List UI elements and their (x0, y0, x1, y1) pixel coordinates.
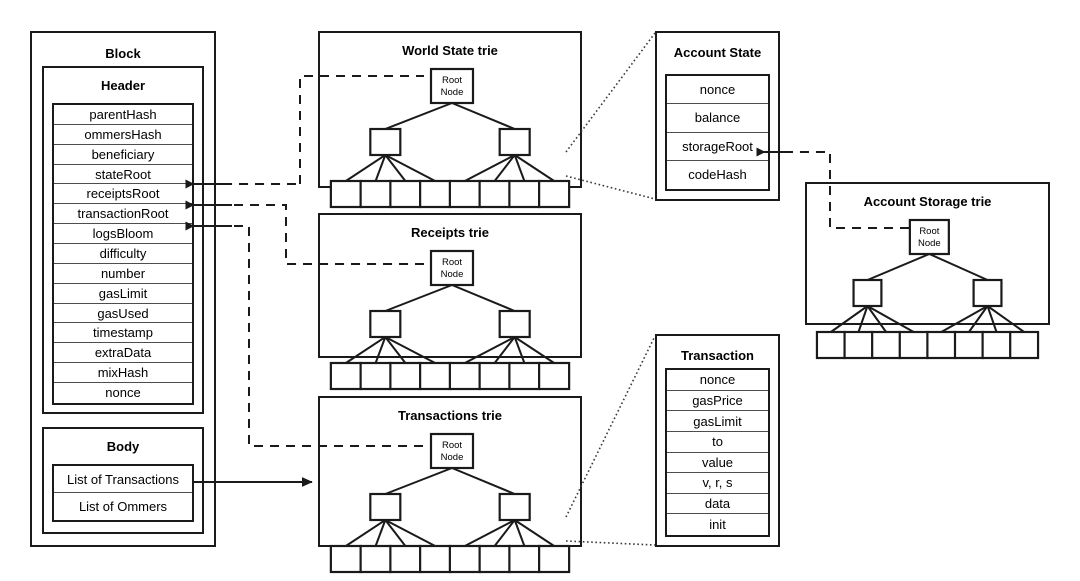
receipts-trie-title: Receipts trie (410, 225, 490, 240)
header-field-mixhash: mixHash (54, 363, 192, 384)
header-field-gaslimit: gasLimit (54, 283, 192, 304)
transaction-field-gasprice: gasPrice (667, 390, 768, 412)
transaction-field-data: data (667, 493, 768, 515)
transaction-field-v-r-s: v, r, s (667, 473, 768, 494)
header-field-timestamp: timestamp (54, 323, 192, 344)
transaction-field-list: nonce gasPrice gasLimit to value v, r, s data i… (665, 368, 770, 537)
header-field-beneficiary: beneficiary (54, 144, 192, 165)
header-field-transactionroot: transactionRoot (54, 204, 192, 225)
header-field-stateroot: stateRoot (54, 164, 192, 185)
header-title: Header (100, 78, 146, 93)
header-field-gasused: gasUsed (54, 303, 192, 324)
account-state-field-list: nonce balance storageRoot codeHash (665, 74, 770, 191)
trie-leaf-node (508, 361, 541, 391)
account-state-field-balance: balance (667, 104, 768, 133)
trie-leaf-node (538, 544, 571, 574)
trie-leaf-node (419, 544, 452, 574)
world-state-trie-title: World State trie (402, 43, 498, 58)
trie-leaf-node (898, 330, 929, 360)
trie-leaf-node (953, 330, 984, 360)
account-state-field-codehash: codeHash (667, 160, 768, 189)
account-storage-trie-panel: Account Storage trie (805, 182, 1050, 325)
account-storage-trie-title: Account Storage trie (863, 194, 992, 209)
transaction-field-gaslimit: gasLimit (667, 411, 768, 432)
trie-leaf-node (389, 544, 422, 574)
trie-leaf-node (508, 544, 541, 574)
header-field-receiptsroot: receiptsRoot (54, 184, 192, 205)
trie-leaf-node (359, 361, 392, 391)
transactions-trie-title: Transactions trie (397, 408, 503, 423)
receipts-trie-panel: Receipts trie (318, 213, 582, 358)
diagram-canvas: Block Header parentHash ommersHash benefic… (0, 0, 1080, 581)
account-state-title: Account State (673, 45, 762, 60)
transaction-title: Transaction (681, 348, 754, 363)
header-field-difficulty: difficulty (54, 244, 192, 264)
trie-leaf-node (538, 361, 571, 391)
trie-leaf-node (871, 330, 902, 360)
header-field-extradata: extraData (54, 343, 192, 364)
trie-leaf-node (926, 330, 957, 360)
trie-leaf-node (329, 544, 362, 574)
transactions-trie-panel: Transactions trie (318, 396, 582, 547)
account-state-field-storageroot: storageRoot (667, 132, 768, 161)
transaction-field-to: to (667, 431, 768, 453)
trie-leaf-node (981, 330, 1012, 360)
body-title: Body (106, 439, 140, 454)
transaction-field-value: value (667, 452, 768, 474)
trie-leaf-node (329, 361, 362, 391)
header-field-parenthash: parentHash (54, 105, 192, 125)
block-title: Block (105, 46, 141, 61)
trie-leaf-node (448, 361, 481, 391)
body-field-list-of-transactions: List of Transactions (54, 466, 192, 493)
trie-leaf-node (478, 544, 511, 574)
header-field-logsbloom: logsBloom (54, 224, 192, 245)
trie-leaf-node (843, 330, 874, 360)
transaction-field-nonce: nonce (667, 370, 768, 391)
body-field-list-of-ommers: List of Ommers (54, 493, 192, 520)
header-field-ommershash: ommersHash (54, 124, 192, 145)
account-state-field-nonce: nonce (667, 76, 768, 105)
body-field-list: List of Transactions List of Ommers (52, 464, 194, 522)
trie-leaf-node (1009, 330, 1040, 360)
trie-leaf-node (359, 544, 392, 574)
header-field-list: parentHash ommersHash beneficiary stateRoot… (52, 103, 194, 405)
header-field-number: number (54, 263, 192, 284)
trie-leaf-node (389, 361, 422, 391)
header-field-nonce: nonce (54, 383, 192, 403)
trie-leaf-node (478, 361, 511, 391)
world-state-trie-panel: World State trie (318, 31, 582, 188)
transaction-field-init: init (667, 514, 768, 535)
trie-leaf-node (448, 544, 481, 574)
trie-leaf-node (815, 330, 846, 360)
trie-leaf-node (419, 361, 452, 391)
